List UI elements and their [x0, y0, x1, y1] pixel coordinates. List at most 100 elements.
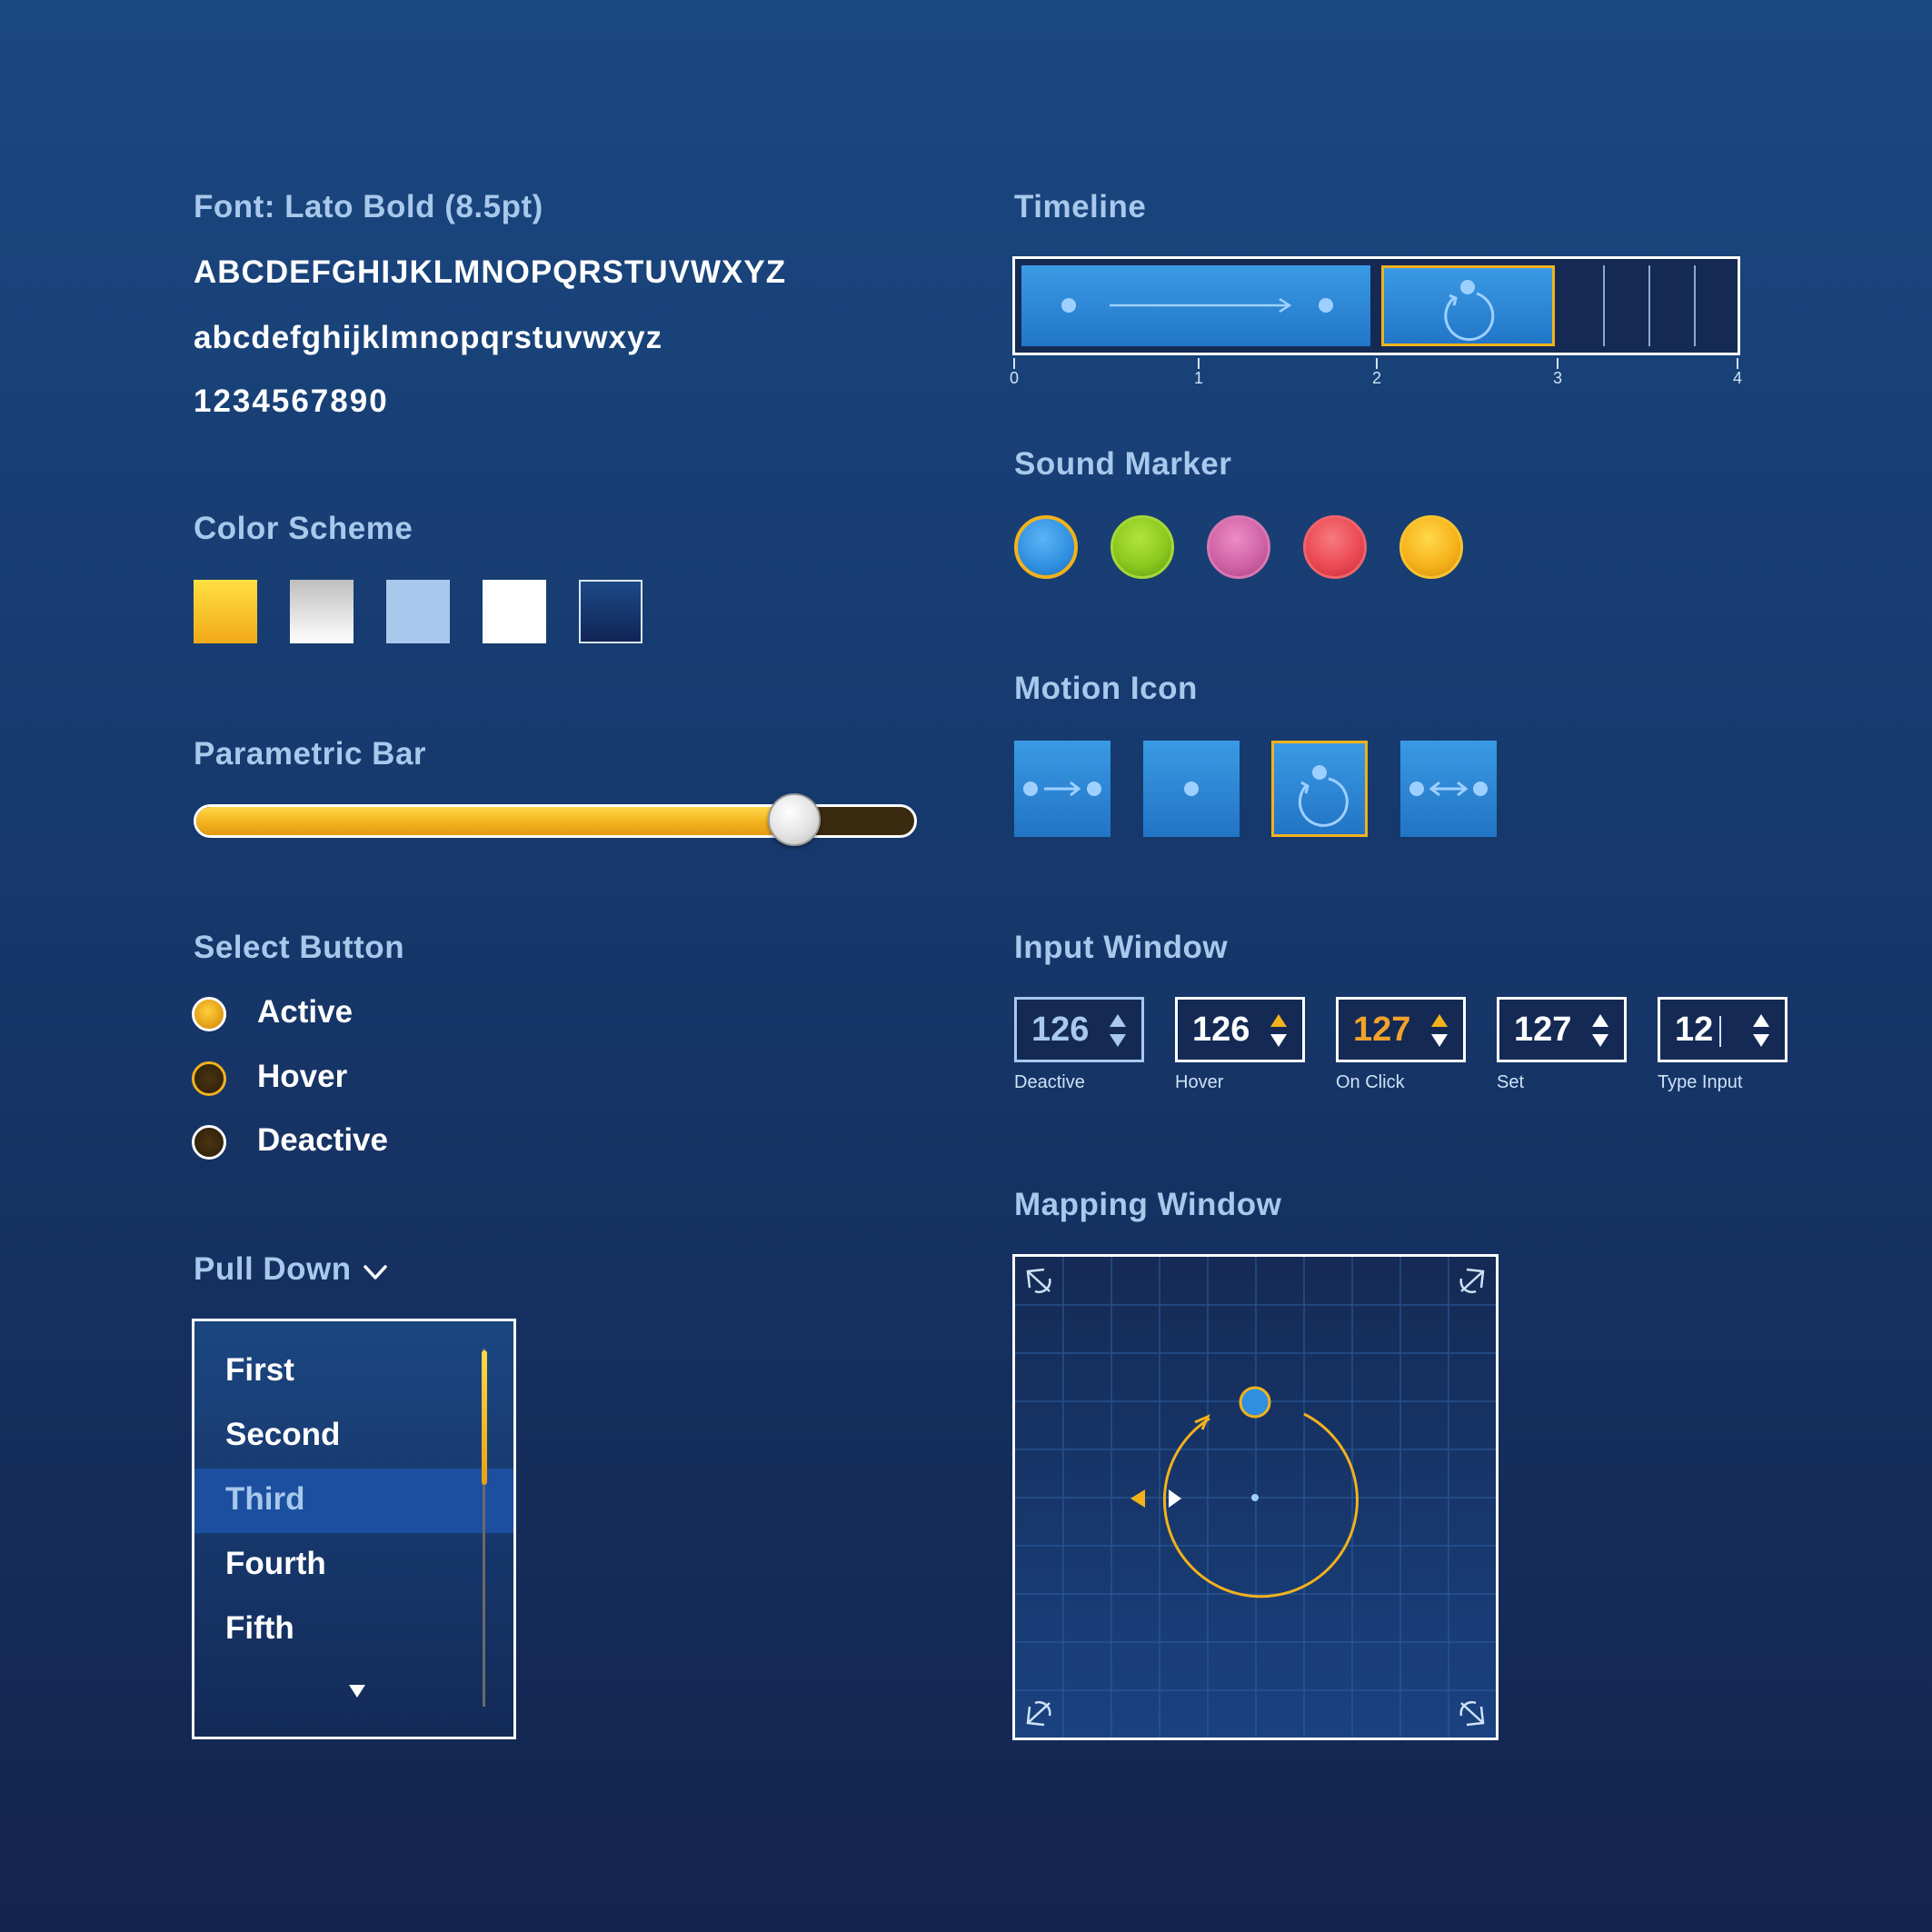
input-value: 12: [1675, 1011, 1714, 1049]
timeline-grid-line: [1603, 265, 1605, 346]
move-arrow-icon: [1023, 781, 1101, 797]
select-button-title: Select Button: [194, 930, 405, 965]
pull-down-item-third[interactable]: Third: [194, 1469, 513, 1533]
input-type[interactable]: 12: [1658, 997, 1788, 1062]
direction-toggle-icon[interactable]: [1129, 1486, 1183, 1511]
chevron-down-icon[interactable]: [363, 1262, 388, 1282]
font-title: Font: Lato Bold (8.5pt): [194, 189, 543, 224]
timeline-tick-label: 0: [1009, 369, 1019, 387]
rotate-corner-icon-bottom-left[interactable]: [1022, 1698, 1055, 1730]
pull-down-item-first[interactable]: First: [194, 1339, 513, 1404]
timeline-tick: [1737, 358, 1738, 369]
timeline-tick: [1376, 358, 1378, 369]
sound-marker-pink[interactable]: [1207, 515, 1270, 579]
pull-down-item-label: First: [225, 1352, 294, 1388]
pull-down-header[interactable]: Pull Down: [194, 1251, 387, 1291]
sound-marker-blue[interactable]: [1014, 515, 1078, 579]
timeline-title: Timeline: [1014, 189, 1147, 224]
swatch-yellow: [194, 580, 257, 643]
scrollbar-thumb[interactable]: [482, 1350, 487, 1485]
timeline-tick-label: 3: [1552, 369, 1562, 387]
input-value: 126: [1031, 1011, 1090, 1049]
pull-down-list: First Second Third Fourth Fifth: [192, 1319, 516, 1739]
input-on-click[interactable]: 127: [1336, 997, 1466, 1062]
sound-marker-yellow[interactable]: [1399, 515, 1463, 579]
motion-icon-title: Motion Icon: [1014, 671, 1198, 706]
pull-down-item-fifth[interactable]: Fifth: [194, 1598, 513, 1662]
font-uppercase: ABCDEFGHIJKLMNOPQRSTUVWXYZ: [194, 254, 787, 290]
input-caption: Deactive: [1014, 1072, 1085, 1092]
input-caption: Set: [1497, 1072, 1525, 1092]
color-scheme-title: Color Scheme: [194, 511, 413, 546]
stepper-arrows-icon[interactable]: [1270, 1012, 1288, 1049]
swatch-navy: [579, 580, 642, 643]
input-caption: On Click: [1336, 1072, 1405, 1092]
input-hover[interactable]: 126: [1175, 997, 1305, 1062]
timeline-tick-label: 4: [1732, 369, 1742, 387]
rotate-corner-icon-bottom-right[interactable]: [1456, 1698, 1489, 1730]
swatch-light-blue: [386, 580, 450, 643]
font-digits: 1234567890: [194, 383, 389, 419]
bidirectional-arrow-icon: [1409, 781, 1488, 797]
input-value: 127: [1514, 1011, 1572, 1049]
radio-deactive-dot[interactable]: [192, 1125, 226, 1160]
motion-bidirectional-button[interactable]: [1400, 741, 1497, 837]
input-deactive[interactable]: 126: [1014, 997, 1144, 1062]
rotate-icon: [1298, 765, 1349, 827]
motion-rotate-button[interactable]: [1271, 741, 1368, 837]
timeline-track[interactable]: [1012, 256, 1740, 355]
radio-hover-dot[interactable]: [192, 1061, 226, 1096]
mapping-window-title: Mapping Window: [1014, 1187, 1282, 1222]
pull-down-item-label: Fourth: [225, 1546, 326, 1581]
pull-down-item-fourth[interactable]: Fourth: [194, 1533, 513, 1598]
mapping-window[interactable]: [1012, 1254, 1499, 1740]
text-cursor: [1719, 1016, 1721, 1047]
timeline-tick-label: 1: [1193, 369, 1203, 387]
stepper-arrows-icon[interactable]: [1591, 1012, 1609, 1049]
stepper-arrows-icon[interactable]: [1752, 1012, 1770, 1049]
mapping-marker-point[interactable]: [1237, 1384, 1273, 1420]
swatch-white: [483, 580, 546, 643]
input-window-title: Input Window: [1014, 930, 1229, 965]
pull-down-title: Pull Down: [194, 1251, 352, 1287]
input-caption: Type Input: [1658, 1072, 1743, 1092]
stepper-arrows-icon[interactable]: [1430, 1012, 1449, 1049]
timeline-tick: [1013, 358, 1015, 369]
input-caption: Hover: [1175, 1072, 1224, 1092]
timeline-tick: [1557, 358, 1559, 369]
parametric-bar-fill: [196, 807, 797, 835]
parametric-bar-knob[interactable]: [767, 793, 821, 846]
rotation-path: [1163, 1412, 1359, 1598]
move-arrow-icon: [1061, 297, 1333, 314]
radio-deactive-label: Deactive: [257, 1122, 388, 1158]
pull-down-item-label: Second: [225, 1417, 341, 1452]
point-icon: [1184, 782, 1199, 796]
scroll-down-arrow-icon[interactable]: [347, 1683, 367, 1699]
stepper-arrows-icon[interactable]: [1109, 1012, 1127, 1049]
timeline-clip-rotate[interactable]: [1381, 265, 1555, 346]
radio-active-dot[interactable]: [192, 997, 226, 1031]
parametric-bar-title: Parametric Bar: [194, 736, 427, 772]
timeline-clip-move[interactable]: [1021, 265, 1370, 346]
timeline-grid-line: [1648, 265, 1650, 346]
input-set[interactable]: 127: [1497, 997, 1627, 1062]
timeline-tick-label: 2: [1371, 369, 1381, 387]
pull-down-item-label: Third: [225, 1481, 305, 1517]
sound-marker-green[interactable]: [1110, 515, 1174, 579]
input-value: 127: [1353, 1011, 1411, 1049]
timeline-grid-line: [1694, 265, 1696, 346]
pull-down-item-label: Fifth: [225, 1610, 294, 1646]
timeline-tick: [1198, 358, 1200, 369]
sound-marker-red[interactable]: [1303, 515, 1367, 579]
rotate-corner-icon-top-left[interactable]: [1022, 1264, 1055, 1297]
pull-down-item-second[interactable]: Second: [194, 1404, 513, 1469]
swatch-gray: [290, 580, 354, 643]
rotate-corner-icon-top-right[interactable]: [1456, 1264, 1489, 1297]
radio-active-label: Active: [257, 994, 354, 1030]
sound-marker-title: Sound Marker: [1014, 446, 1232, 482]
font-lowercase: abcdefghijklmnopqrstuvwxyz: [194, 320, 663, 355]
rotate-icon: [1444, 280, 1495, 342]
motion-move-button[interactable]: [1014, 741, 1110, 837]
motion-point-button[interactable]: [1143, 741, 1240, 837]
input-value: 126: [1192, 1011, 1250, 1049]
